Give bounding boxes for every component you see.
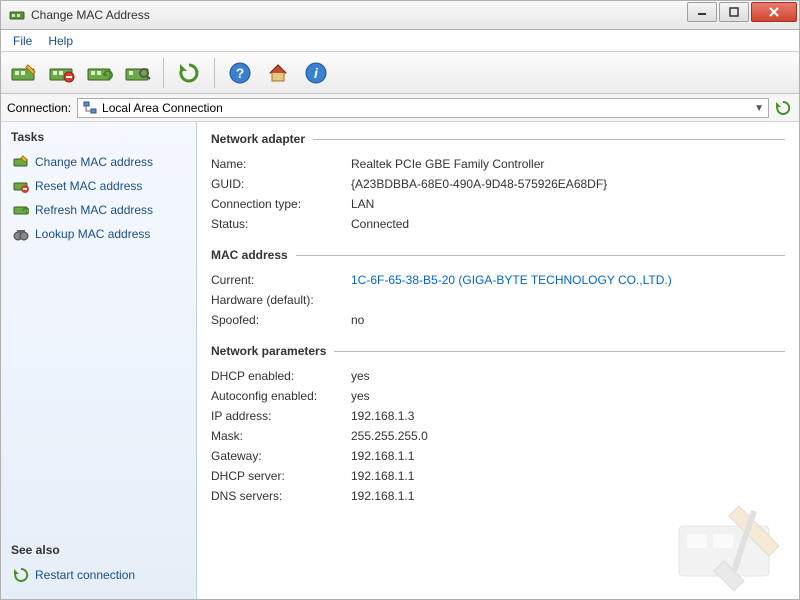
dhcpsrv-label: DHCP server: <box>211 469 351 483</box>
task-label: Refresh MAC address <box>35 203 153 217</box>
section-header: Network parameters <box>211 344 326 358</box>
refresh-card-icon <box>13 202 29 218</box>
connection-label: Connection: <box>7 101 71 115</box>
menu-bar: File Help <box>0 30 800 52</box>
adapter-guid-label: GUID: <box>211 177 351 191</box>
lookup-mac-button[interactable] <box>121 56 155 90</box>
refresh-button[interactable] <box>172 56 206 90</box>
window-controls <box>687 1 799 29</box>
adapter-name-value: Realtek PCIe GBE Family Controller <box>351 157 544 171</box>
maximize-button[interactable] <box>719 2 749 22</box>
tasks-header: Tasks <box>11 130 186 144</box>
task-reset-mac[interactable]: Reset MAC address <box>11 174 186 198</box>
adapter-guid-value: {A23BDBBA-68E0-490A-9D48-575926EA68DF} <box>351 177 607 191</box>
task-label: Change MAC address <box>35 155 153 169</box>
task-lookup-mac[interactable]: Lookup MAC address <box>11 222 186 246</box>
seealso-restart-connection[interactable]: Restart connection <box>11 563 186 587</box>
connection-refresh-button[interactable] <box>775 100 793 116</box>
task-label: Lookup MAC address <box>35 227 150 241</box>
binoculars-icon <box>13 226 29 242</box>
task-refresh-mac[interactable]: Refresh MAC address <box>11 198 186 222</box>
main-panel: Network adapter Name:Realtek PCIe GBE Fa… <box>197 122 799 599</box>
menu-help[interactable]: Help <box>40 32 81 50</box>
connection-row: Connection: Local Area Connection ▼ <box>0 94 800 122</box>
toolbar: ? i <box>0 52 800 94</box>
task-label: Reset MAC address <box>35 179 142 193</box>
section-header: MAC address <box>211 248 288 262</box>
dns-label: DNS servers: <box>211 489 351 503</box>
adapter-conn-label: Connection type: <box>211 197 351 211</box>
mask-label: Mask: <box>211 429 351 443</box>
adapter-status-value: Connected <box>351 217 409 231</box>
help-button[interactable]: ? <box>223 56 257 90</box>
connection-value: Local Area Connection <box>102 101 223 115</box>
mac-spoofed-label: Spoofed: <box>211 313 351 327</box>
ip-label: IP address: <box>211 409 351 423</box>
refresh-mac-button[interactable] <box>83 56 117 90</box>
seealso-header: See also <box>11 543 186 557</box>
window-title: Change MAC Address <box>31 8 687 22</box>
seealso-label: Restart connection <box>35 568 135 582</box>
network-icon <box>82 100 98 116</box>
ip-value: 192.168.1.3 <box>351 409 414 423</box>
minus-card-icon <box>13 178 29 194</box>
adapter-status-label: Status: <box>211 217 351 231</box>
mac-hw-label: Hardware (default): <box>211 293 351 307</box>
app-icon <box>9 7 25 23</box>
content: Tasks Change MAC address Reset MAC addre… <box>0 122 800 600</box>
minimize-button[interactable] <box>687 2 717 22</box>
gateway-value: 192.168.1.1 <box>351 449 414 463</box>
dhcp-value: yes <box>351 369 370 383</box>
section-adapter: Network adapter Name:Realtek PCIe GBE Fa… <box>211 132 785 234</box>
connection-select[interactable]: Local Area Connection ▼ <box>77 98 769 118</box>
mac-spoofed-value: no <box>351 313 364 327</box>
dhcpsrv-value: 192.168.1.1 <box>351 469 414 483</box>
adapter-conn-value: LAN <box>351 197 374 211</box>
reset-mac-button[interactable] <box>45 56 79 90</box>
toolbar-separator <box>214 58 215 88</box>
autoconfig-label: Autoconfig enabled: <box>211 389 351 403</box>
toolbar-separator <box>163 58 164 88</box>
gateway-label: Gateway: <box>211 449 351 463</box>
title-bar: Change MAC Address <box>0 0 800 30</box>
task-change-mac[interactable]: Change MAC address <box>11 150 186 174</box>
svg-text:?: ? <box>236 65 245 81</box>
pencil-card-icon <box>13 154 29 170</box>
adapter-name-label: Name: <box>211 157 351 171</box>
mask-value: 255.255.255.0 <box>351 429 428 443</box>
sidebar: Tasks Change MAC address Reset MAC addre… <box>1 122 197 599</box>
refresh-icon <box>13 567 29 583</box>
close-button[interactable] <box>751 2 797 22</box>
mac-current-label: Current: <box>211 273 351 287</box>
autoconfig-value: yes <box>351 389 370 403</box>
home-button[interactable] <box>261 56 295 90</box>
dhcp-label: DHCP enabled: <box>211 369 351 383</box>
dns-value: 192.168.1.1 <box>351 489 414 503</box>
menu-file[interactable]: File <box>5 32 40 50</box>
section-network: Network parameters DHCP enabled:yes Auto… <box>211 344 785 506</box>
change-mac-button[interactable] <box>7 56 41 90</box>
section-mac: MAC address Current:1C-6F-65-38-B5-20 (G… <box>211 248 785 330</box>
mac-current-value[interactable]: 1C-6F-65-38-B5-20 (GIGA-BYTE TECHNOLOGY … <box>351 273 672 287</box>
section-header: Network adapter <box>211 132 305 146</box>
info-button[interactable]: i <box>299 56 333 90</box>
chevron-down-icon: ▼ <box>754 103 764 114</box>
